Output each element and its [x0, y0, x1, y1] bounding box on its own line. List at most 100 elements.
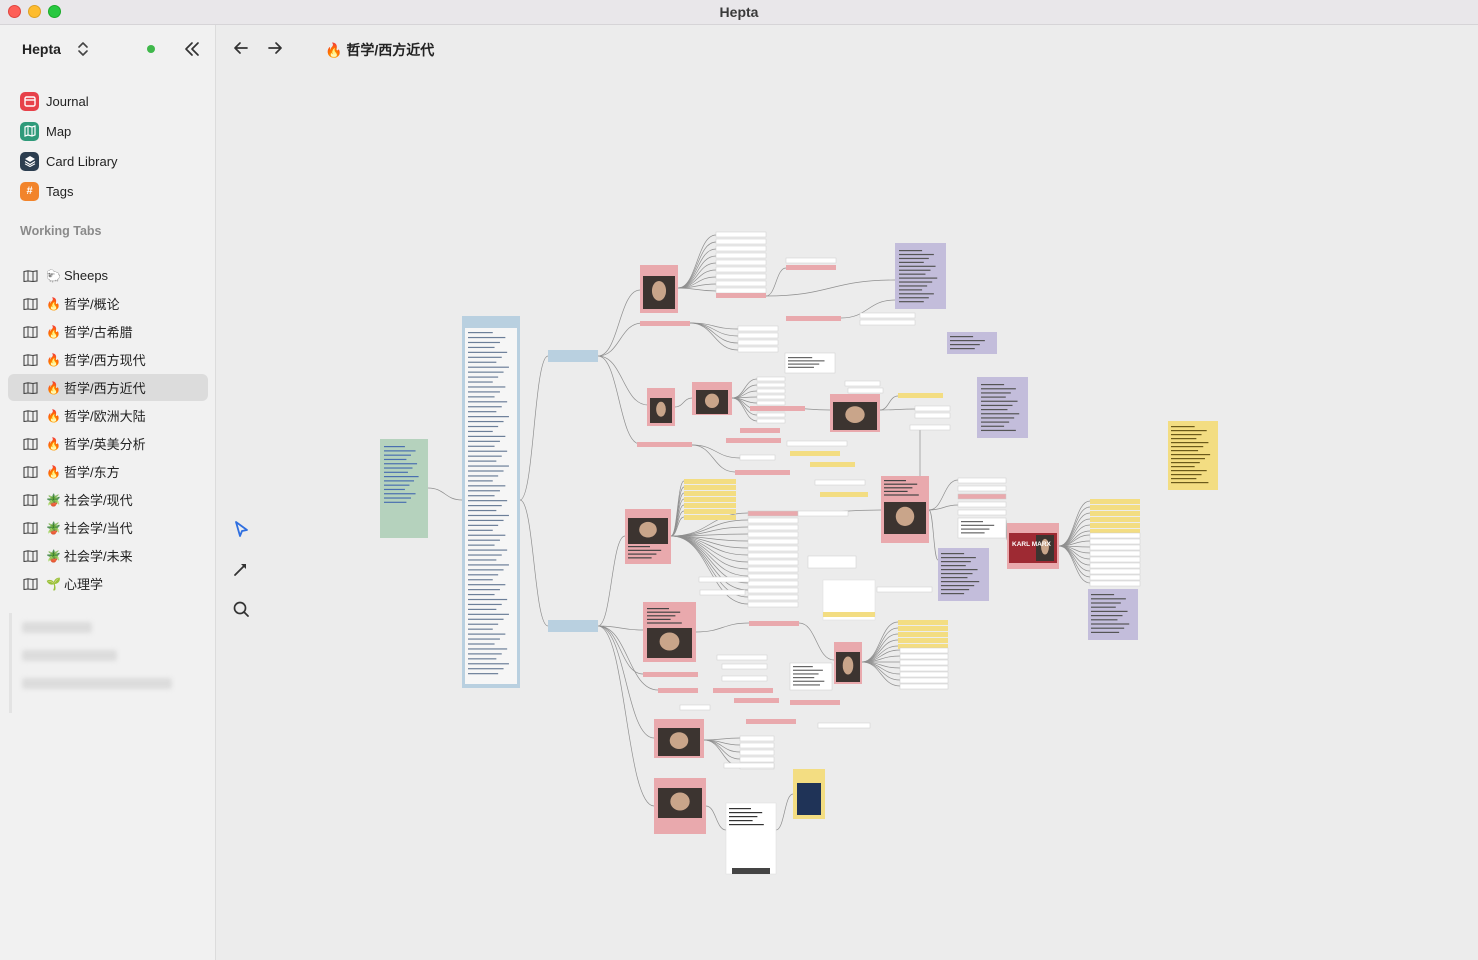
leaf-node[interactable]	[817, 722, 871, 729]
leaf-node[interactable]	[737, 346, 779, 353]
leaf-node[interactable]	[715, 266, 767, 273]
leaf-node[interactable]	[637, 442, 692, 447]
leaf-node[interactable]	[810, 462, 855, 467]
tab-item[interactable]: 🐑 Sheeps	[8, 262, 208, 289]
leaf-node[interactable]	[715, 238, 767, 245]
leaf-node[interactable]	[756, 418, 786, 424]
leaf-node[interactable]	[737, 339, 779, 346]
leaf-node[interactable]	[684, 491, 736, 496]
leaf-node[interactable]	[786, 316, 841, 321]
leaf-node[interactable]	[715, 280, 767, 287]
leaf-node[interactable]	[814, 479, 866, 486]
note-card[interactable]	[1168, 421, 1218, 490]
leaf-node[interactable]	[898, 626, 948, 631]
leaf-node[interactable]	[957, 501, 1007, 508]
tab-item[interactable]: 🔥 哲学/概论	[8, 290, 208, 317]
leaf-node[interactable]	[679, 704, 711, 711]
leaf-node[interactable]	[739, 735, 775, 742]
nav-card-library[interactable]: Card Library	[12, 147, 208, 175]
leaf-node[interactable]	[747, 580, 799, 587]
leaf-node[interactable]	[1090, 517, 1140, 522]
leaf-node[interactable]	[747, 524, 799, 531]
leaf-node[interactable]	[721, 675, 768, 682]
leaf-node[interactable]	[747, 594, 799, 601]
leaf-node[interactable]	[957, 509, 1007, 516]
leaf-node[interactable]	[737, 332, 779, 339]
leaf-node[interactable]	[716, 293, 766, 298]
leaf-node[interactable]	[747, 545, 799, 552]
leaf-node[interactable]	[786, 265, 836, 270]
leaf-node[interactable]	[747, 538, 799, 545]
leaf-node[interactable]	[737, 325, 779, 332]
leaf-node[interactable]	[1089, 544, 1141, 551]
leaf-node[interactable]	[899, 653, 949, 660]
leaf-node[interactable]	[715, 287, 767, 294]
map-cards[interactable]	[380, 231, 1218, 875]
leaf-node[interactable]	[1090, 523, 1140, 528]
leaf-node[interactable]	[747, 559, 799, 566]
leaf-node[interactable]	[740, 428, 780, 433]
leaf-node[interactable]	[859, 312, 916, 319]
back-arrow-icon[interactable]	[232, 39, 250, 57]
leaf-node[interactable]	[756, 400, 786, 406]
leaf-node[interactable]	[750, 406, 805, 411]
leaf-node[interactable]	[899, 683, 949, 690]
leaf-node[interactable]	[1090, 511, 1140, 516]
leaf-node[interactable]	[756, 394, 786, 400]
leaf-node[interactable]	[844, 380, 881, 387]
leaf-node[interactable]	[756, 412, 786, 418]
leaf-node[interactable]	[1089, 538, 1141, 545]
leaf-node[interactable]	[1089, 580, 1141, 587]
leaf-node[interactable]	[899, 647, 949, 654]
leaf-node[interactable]	[756, 382, 786, 388]
leaf-node[interactable]	[747, 517, 799, 524]
leaf-node[interactable]	[790, 451, 840, 456]
nav-journal[interactable]: Journal	[12, 87, 208, 115]
leaf-node[interactable]	[684, 485, 736, 490]
leaf-node[interactable]	[713, 688, 773, 693]
leaf-node[interactable]	[715, 252, 767, 259]
leaf-node[interactable]	[715, 259, 767, 266]
note-card[interactable]	[807, 555, 857, 569]
leaf-node[interactable]	[747, 531, 799, 538]
leaf-node[interactable]	[739, 749, 775, 756]
leaf-node[interactable]	[876, 586, 933, 593]
leaf-node[interactable]	[957, 477, 1007, 484]
nav-tags[interactable]: # Tags	[12, 177, 208, 205]
tab-item[interactable]: 🪴 社会学/当代	[8, 514, 208, 541]
tab-item[interactable]: 🔥 哲学/东方	[8, 458, 208, 485]
leaf-node[interactable]	[721, 663, 768, 670]
tab-item[interactable]: 🔥 哲学/古希腊	[8, 318, 208, 345]
tab-item[interactable]: 🪴 社会学/未来	[8, 542, 208, 569]
chevron-up-down-icon[interactable]	[77, 40, 89, 58]
leaf-node[interactable]	[790, 700, 840, 705]
leaf-node[interactable]	[640, 321, 690, 326]
leaf-node[interactable]	[747, 601, 799, 608]
leaf-node[interactable]	[715, 231, 767, 238]
tab-item[interactable]: 🔥 哲学/英美分析	[8, 430, 208, 457]
leaf-node[interactable]	[749, 621, 799, 626]
blurred-tab[interactable]	[22, 678, 172, 689]
leaf-node[interactable]	[898, 638, 948, 643]
leaf-node[interactable]	[723, 762, 775, 769]
forward-arrow-icon[interactable]	[266, 39, 284, 57]
leaf-node[interactable]	[747, 566, 799, 573]
leaf-node[interactable]	[1090, 499, 1140, 504]
leaf-node[interactable]	[747, 510, 799, 517]
tab-item[interactable]: 🔥 哲学/西方近代	[8, 374, 208, 401]
nav-map[interactable]: Map	[12, 117, 208, 145]
leaf-node[interactable]	[726, 438, 781, 443]
tab-item[interactable]: 🔥 哲学/欧洲大陆	[8, 402, 208, 429]
leaf-node[interactable]	[797, 510, 849, 517]
collapse-sidebar-icon[interactable]	[182, 39, 202, 59]
leaf-node[interactable]	[1089, 550, 1141, 557]
leaf-node[interactable]	[746, 719, 796, 724]
leaf-node[interactable]	[898, 620, 948, 625]
note-card[interactable]	[380, 439, 428, 538]
leaf-node[interactable]	[1089, 556, 1141, 563]
leaf-node[interactable]	[747, 587, 799, 594]
leaf-node[interactable]	[658, 688, 698, 693]
leaf-node[interactable]	[914, 405, 951, 412]
leaf-node[interactable]	[859, 319, 916, 326]
leaf-node[interactable]	[684, 479, 736, 484]
